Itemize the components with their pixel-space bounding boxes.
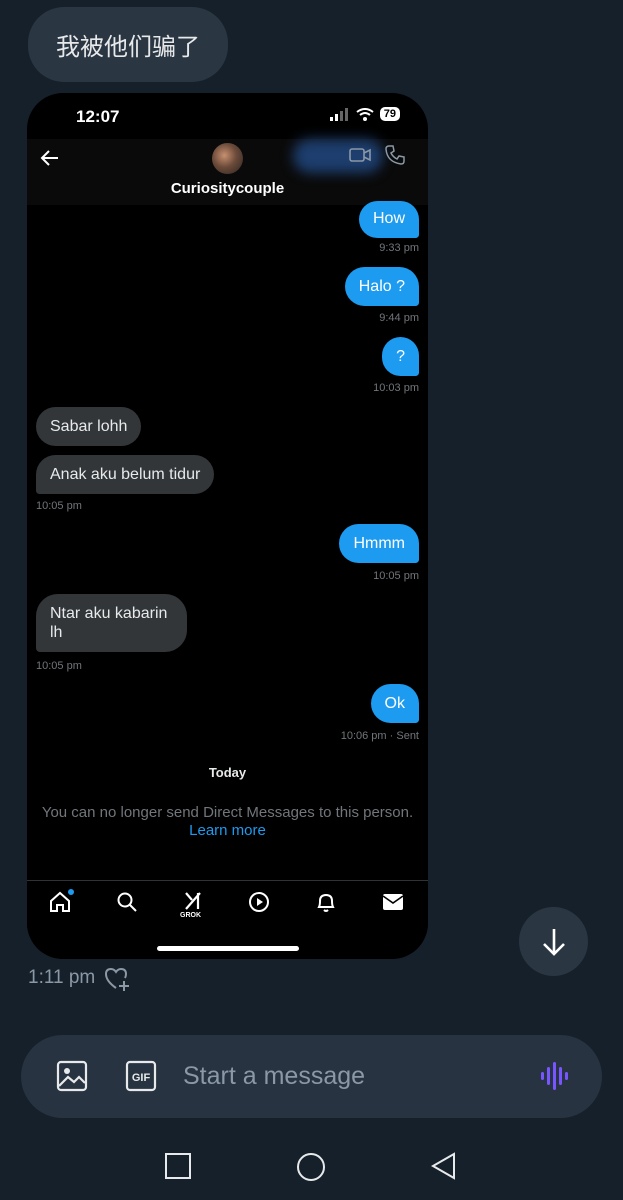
sent-message-bubble[interactable]: Ok [370,684,419,723]
nav-home[interactable] [49,889,74,917]
nav-messages[interactable] [382,891,404,917]
bell-icon [317,893,335,912]
message-row[interactable]: How [358,201,419,238]
received-message-bubble[interactable]: Sabar lohh [36,407,142,446]
message-row[interactable]: Anak aku belum tidur [36,455,215,494]
grok-label: GROK [180,912,201,919]
message-row[interactable]: Ntar aku kabarin lh [36,594,187,652]
signal-icon [329,107,348,121]
gif-icon[interactable]: GIF [125,1060,157,1092]
dm-restriction-notice: You can no longer send Direct Messages t… [41,804,414,821]
envelope-icon [382,894,404,910]
status-time: 12:07 [76,107,120,126]
arrow-down-icon [542,928,565,956]
sent-message-bubble[interactable]: ? [382,337,419,376]
message-row[interactable]: Hmmm [339,524,419,563]
sent-message-bubble[interactable]: How [358,201,419,238]
received-message-bubble[interactable]: Ntar aku kabarin lh [36,594,187,652]
screenshot-image[interactable]: 12:07 79 Curiositycouple How 9:33 pm Hal… [27,93,428,959]
react-heart-icon[interactable] [103,966,131,992]
home-indicator [157,946,299,951]
nav-grok[interactable]: GROK [180,891,203,919]
message-row[interactable]: Ok [370,684,419,723]
battery-icon: 79 [379,107,400,121]
received-message-bubble[interactable]: 我被他们骗了 [28,7,228,82]
sent-message-bubble[interactable]: Halo ? [344,267,419,306]
back-triangle-icon[interactable] [430,1152,458,1180]
notification-dot [68,889,74,895]
nav-video[interactable] [248,891,270,917]
received-message-text: 我被他们骗了 [56,33,200,61]
phone-call-icon[interactable] [385,145,405,165]
voice-message-icon[interactable] [539,1060,573,1092]
android-nav-bar [0,1140,623,1200]
video-call-icon[interactable] [349,146,371,164]
search-icon [117,892,137,912]
home-button-icon[interactable] [296,1152,326,1182]
grok-icon [185,892,201,910]
received-message-bubble[interactable]: Anak aku belum tidur [36,455,215,494]
back-arrow-icon[interactable] [39,147,61,169]
message-timestamp: 10:03 pm [373,382,419,394]
message-row[interactable]: ? [382,337,419,376]
nav-notifications[interactable] [315,891,337,917]
wifi-icon [356,107,374,121]
message-composer: GIF [21,1035,602,1118]
gif-label: GIF [132,1072,151,1084]
message-timestamp: 10:06 pm · Sent [340,730,419,742]
contact-name[interactable]: Curiositycouple [27,180,428,197]
recents-icon[interactable] [164,1152,192,1180]
message-time: 1:11 pm [28,967,96,988]
nav-search[interactable] [116,891,138,917]
message-timestamp: 10:05 pm [36,660,82,672]
home-icon [50,891,70,912]
day-divider: Today [208,765,247,780]
message-input[interactable] [183,1059,523,1093]
learn-more-link[interactable]: Learn more [27,822,428,839]
sent-message-bubble[interactable]: Hmmm [339,524,419,563]
chat-header: Curiositycouple [27,139,428,205]
message-timestamp: 9:44 pm [379,312,419,324]
message-timestamp: 10:05 pm [36,500,82,512]
image-icon[interactable] [56,1060,88,1092]
message-row[interactable]: Halo ? [344,267,419,306]
message-row[interactable]: Sabar lohh [36,407,142,446]
scroll-to-bottom-button[interactable] [519,907,588,976]
status-bar: 12:07 79 [27,93,428,139]
play-icon [249,892,269,912]
avatar[interactable] [212,143,243,174]
message-timestamp: 10:05 pm [373,570,419,582]
message-timestamp: 9:33 pm [379,242,419,254]
